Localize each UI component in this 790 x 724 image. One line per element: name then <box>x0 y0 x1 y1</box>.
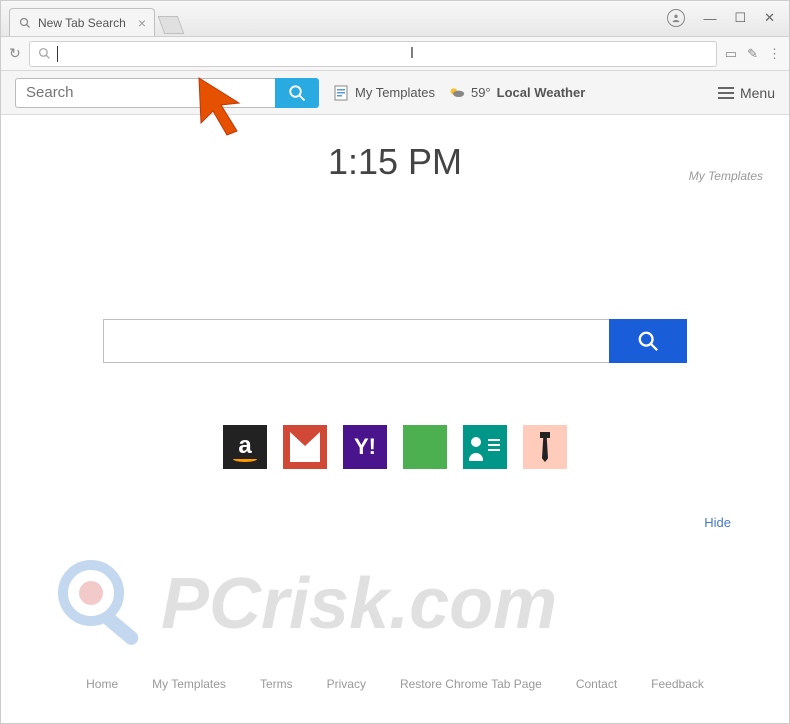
shortcut-docs[interactable] <box>403 425 447 469</box>
reload-button[interactable]: ↻ <box>9 45 21 62</box>
minimize-button[interactable]: — <box>703 11 716 26</box>
maximize-button[interactable]: ☐ <box>734 10 746 26</box>
user-icon[interactable] <box>667 9 685 27</box>
shortcut-contacts[interactable] <box>463 425 507 469</box>
shortcut-yahoo[interactable]: Y! <box>343 425 387 469</box>
yahoo-icon: Y! <box>354 434 376 460</box>
clock-display: 1:15 PM <box>1 141 789 183</box>
footer-restore[interactable]: Restore Chrome Tab Page <box>400 677 542 691</box>
tab-strip: New Tab Search × <box>1 8 181 36</box>
new-tab-button[interactable] <box>158 16 185 34</box>
main-search-input[interactable] <box>103 319 609 363</box>
weather-link[interactable]: 59° Local Weather <box>449 85 585 101</box>
toolbar-search-button[interactable] <box>275 78 319 108</box>
shortcut-business[interactable] <box>523 425 567 469</box>
menu-label: Menu <box>740 85 775 101</box>
footer-templates[interactable]: My Templates <box>152 677 226 691</box>
weather-temp: 59° <box>471 85 491 100</box>
footer-privacy[interactable]: Privacy <box>327 677 366 691</box>
browser-menu-icon[interactable]: ⋮ <box>768 46 781 62</box>
my-templates-link[interactable]: My Templates <box>333 85 435 101</box>
shortcut-gmail[interactable] <box>283 425 327 469</box>
address-bar-actions: ▭ ✎ ⋮ <box>725 46 781 62</box>
page-content: 1:15 PM My Templates Hide a Y! Home My T… <box>1 141 789 711</box>
page-toolbar: My Templates 59° Local Weather Menu <box>1 71 789 115</box>
menu-button[interactable]: Menu <box>718 85 775 101</box>
close-tab-icon[interactable]: × <box>138 15 146 31</box>
url-cursor <box>57 46 58 62</box>
shortcut-amazon[interactable]: a <box>223 425 267 469</box>
weather-label: Local Weather <box>497 85 586 100</box>
toolbar-search <box>15 78 319 108</box>
tab-title: New Tab Search <box>38 16 126 30</box>
main-search-button[interactable] <box>609 319 687 363</box>
window-controls: — ☐ ✕ <box>667 0 789 36</box>
weather-icon <box>449 85 465 101</box>
footer-contact[interactable]: Contact <box>576 677 617 691</box>
browser-tab[interactable]: New Tab Search × <box>9 8 155 36</box>
browser-title-bar: New Tab Search × — ☐ ✕ <box>1 1 789 37</box>
document-icon <box>333 85 349 101</box>
address-bar: ↻ I ▭ ✎ ⋮ <box>1 37 789 71</box>
footer-terms[interactable]: Terms <box>260 677 293 691</box>
hide-link[interactable]: Hide <box>704 515 731 530</box>
close-window-button[interactable]: ✕ <box>764 10 775 26</box>
text-cursor-icon: I <box>410 45 414 63</box>
extension-icon-1[interactable]: ▭ <box>725 46 737 62</box>
my-templates-label: My Templates <box>355 85 435 100</box>
extension-icon-2[interactable]: ✎ <box>747 46 758 62</box>
footer-feedback[interactable]: Feedback <box>651 677 704 691</box>
url-input[interactable]: I <box>29 41 717 67</box>
footer-links: Home My Templates Terms Privacy Restore … <box>1 677 789 691</box>
shortcuts-row: a Y! <box>1 425 789 469</box>
arrow-cursor-overlay <box>189 73 259 148</box>
search-icon <box>18 16 32 30</box>
footer-home[interactable]: Home <box>86 677 118 691</box>
search-icon <box>38 47 51 60</box>
templates-corner-link[interactable]: My Templates <box>689 169 763 183</box>
hamburger-icon <box>718 87 734 99</box>
main-search <box>103 319 687 363</box>
